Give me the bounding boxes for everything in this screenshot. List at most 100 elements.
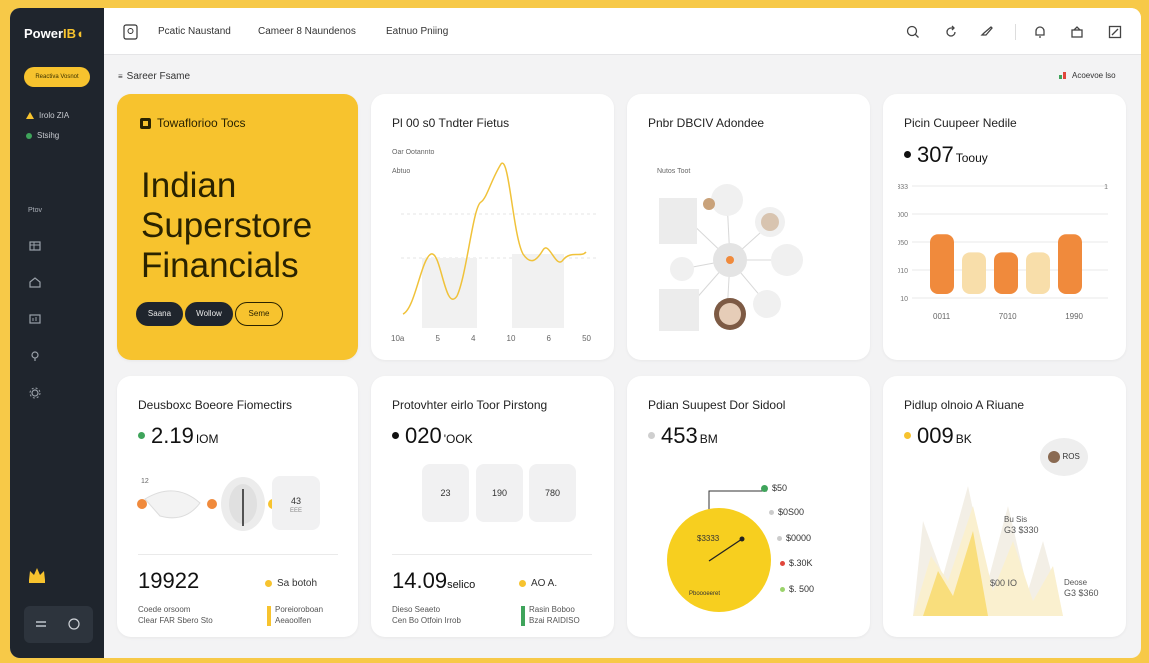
network-card: Pnbr DBCIV Adondee Nutos Toot <box>627 94 870 360</box>
bar[interactable] <box>930 234 954 294</box>
trend-chart[interactable] <box>391 154 606 334</box>
add-visual-label: Acoevoe lso <box>1072 70 1116 80</box>
pie-card: Pdian Suupest Dor Sidool 453 BM $3333 Pb… <box>627 376 870 637</box>
list-icon: ≡ <box>118 72 123 81</box>
stat-tile[interactable]: 23 <box>422 464 469 522</box>
x-tick-label: 7010 <box>998 312 1017 321</box>
footer-number: 19922 <box>138 568 200 593</box>
network-node <box>753 290 781 318</box>
card-title: Deusboxc Boeore Fiomectirs <box>138 398 293 412</box>
bell-icon[interactable] <box>1033 25 1047 39</box>
table-icon[interactable] <box>28 239 42 253</box>
legend-item[interactable]: $0000 <box>777 533 811 543</box>
area-chart[interactable] <box>913 461 1063 616</box>
top-bar: Pcatic Naustand Cameer 8 Naundenos Eatnu… <box>104 8 1141 55</box>
menu-item[interactable]: Cameer 8 Naundenos <box>258 26 356 37</box>
network-hub-core <box>726 256 734 264</box>
basket-icon[interactable] <box>1070 25 1084 39</box>
footer-tag-label: AO A. <box>531 578 558 589</box>
area-label: Bu Sis G3 $330 <box>1004 514 1039 536</box>
bar[interactable] <box>1058 234 1082 294</box>
kpi-value: 009 BK <box>904 423 972 449</box>
legend-swatch <box>769 509 774 515</box>
distribution-chart[interactable] <box>135 471 275 533</box>
legend-item[interactable]: $. 500 <box>780 584 814 594</box>
settings-icon[interactable] <box>28 386 42 400</box>
menu-item[interactable]: Pcatic Naustand <box>158 26 231 37</box>
sidebar-legend-item[interactable]: Irolo ZIA <box>26 111 69 120</box>
network-diagram[interactable] <box>647 174 857 344</box>
search-icon[interactable] <box>906 25 920 39</box>
menu-item[interactable]: Eatnuo Pniing <box>386 26 448 37</box>
footer-tag: Sa botoh <box>265 578 317 589</box>
sidebar-legend-label: Stsihg <box>37 131 60 140</box>
y-tick-label: 2050 <box>898 240 908 247</box>
network-node <box>659 289 699 331</box>
kpi-value: 307 Toouy <box>904 142 988 168</box>
kpi-dot <box>904 151 911 158</box>
sidebar-legend-label: Irolo ZIA <box>39 111 70 120</box>
stat-tile[interactable]: 43 EEE <box>272 476 320 530</box>
app-logo[interactable]: PowerIB◖ <box>24 26 84 41</box>
sidebar: PowerIB◖ Reactiva Vosnot Irolo ZIA Stsih… <box>10 8 104 658</box>
footer-unit: selico <box>447 579 476 591</box>
crown-icon[interactable] <box>26 564 48 586</box>
divider <box>392 554 592 555</box>
kpi-unit: BK <box>955 432 972 446</box>
avatar <box>703 198 715 210</box>
legend-item[interactable]: $.30K <box>780 558 813 568</box>
kpi-number: 2.19 <box>151 423 194 448</box>
hero-button[interactable]: Saana <box>136 302 183 326</box>
stat-tile[interactable]: 190 <box>476 464 523 522</box>
customer-card: Picin Cuupeer Nedile 307 Toouy 3333 4000… <box>883 94 1126 360</box>
kpi-number: 307 <box>917 142 954 167</box>
sidebar-pill-button[interactable]: Reactiva Vosnot <box>24 67 90 87</box>
home-icon[interactable] <box>28 275 42 289</box>
x-axis: 0011 7010 1990 <box>933 312 1083 321</box>
pie-center-label: $3333 <box>697 534 720 543</box>
y-tick-label: 4000 <box>898 212 908 219</box>
leader-line <box>708 490 767 511</box>
card-title: Pl 00 s0 Tndter Fietus <box>392 116 510 130</box>
edit-icon[interactable] <box>1108 25 1122 39</box>
x-tick-label: 10 <box>506 334 516 343</box>
customer-bar-chart[interactable]: 3333 4000 2050 1010 10 1 <box>898 179 1118 309</box>
report-icon <box>140 117 151 129</box>
dashboard-title: Indian Superstore Financials <box>141 166 312 286</box>
sidebar-section-label: Ptov <box>28 207 43 214</box>
legend-item[interactable]: $50 <box>761 483 787 493</box>
breadcrumb-label: Sareer Fsame <box>126 71 191 82</box>
hero-button[interactable]: Seme <box>235 302 283 326</box>
hero-tag: Towaflorioo Tocs <box>139 116 246 130</box>
indicator-bar <box>521 606 525 626</box>
bar[interactable] <box>994 252 1018 294</box>
kpi-dot <box>648 432 655 439</box>
network-node <box>771 244 803 276</box>
grid-icon[interactable] <box>28 312 42 326</box>
y-tick-label: 3333 <box>898 184 908 191</box>
bar[interactable] <box>1026 252 1050 294</box>
pie-chart[interactable]: $3333 Pboooeeret <box>647 471 857 621</box>
kpi-number: 020 <box>405 423 442 448</box>
location-icon[interactable] <box>28 349 42 363</box>
stat-tile[interactable]: 780 <box>529 464 576 522</box>
refresh-icon[interactable] <box>944 25 958 39</box>
breadcrumb[interactable]: ≡ Sareer Fsame <box>118 71 190 82</box>
add-visual-button[interactable]: Acoevoe lso <box>1058 70 1116 80</box>
kpi-value: 020 'OOK <box>392 423 473 449</box>
circle-icon[interactable] <box>68 618 80 630</box>
card-title: Pidlup olnoio A Riuane <box>904 398 1025 412</box>
layers-icon[interactable] <box>35 618 47 630</box>
kpi-value: 2.19 IOM <box>138 423 219 449</box>
card-title: Picin Cuupeer Nedile <box>904 116 1017 130</box>
x-tick-label: 0011 <box>933 312 951 321</box>
comment-icon[interactable] <box>980 25 994 39</box>
bar[interactable] <box>962 252 986 294</box>
legend-item[interactable]: $0S00 <box>769 507 804 517</box>
sidebar-legend-item[interactable]: Stsihg <box>26 131 59 140</box>
logo-text: Power <box>24 26 64 41</box>
report-icon[interactable] <box>123 24 138 40</box>
footer-caption: Poreioroboan Aeaoolfen <box>275 604 323 626</box>
hero-button[interactable]: Wollow <box>185 302 233 326</box>
logo-icon: ◖ <box>76 26 84 41</box>
